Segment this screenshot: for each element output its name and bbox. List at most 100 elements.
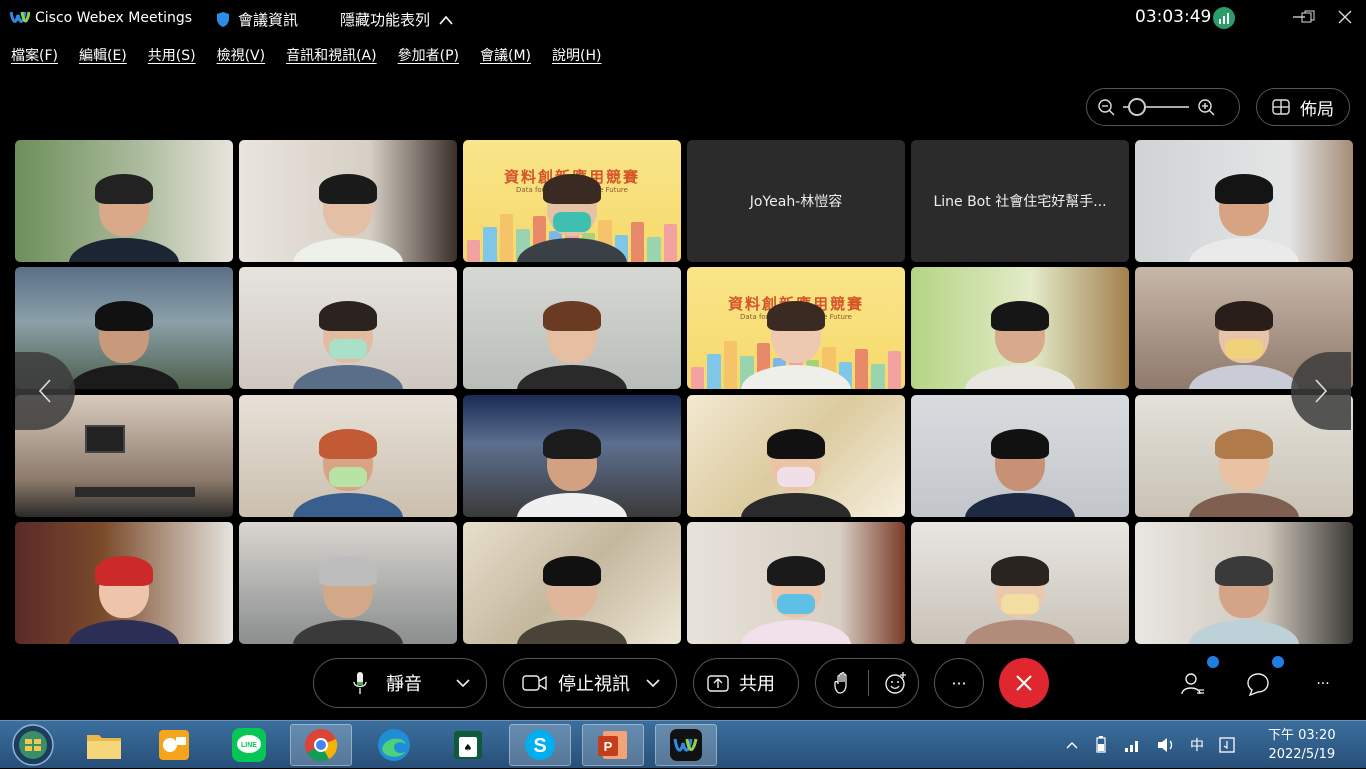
participant-video-tile[interactable] <box>911 522 1129 644</box>
taskbar-line[interactable]: LINE <box>218 724 280 766</box>
menu-audio-video[interactable]: 音訊和視訊(A) <box>286 45 377 65</box>
taskbar-skype[interactable]: S <box>509 724 571 766</box>
grid-layout-icon <box>1272 99 1290 115</box>
participant-video-tile[interactable] <box>463 395 681 517</box>
participant-body <box>1189 238 1299 262</box>
overflow-menu-button[interactable]: ··· <box>1309 670 1337 698</box>
layout-label: 佈局 <box>1300 99 1334 120</box>
outlook-icon <box>159 730 189 760</box>
restore-icon <box>1301 10 1315 23</box>
share-button[interactable]: 共用 <box>693 658 799 708</box>
participant-body <box>517 365 627 389</box>
taskbar-chrome[interactable] <box>290 724 352 766</box>
chevron-left-icon <box>38 379 51 403</box>
zoom-slider[interactable] <box>1123 98 1189 116</box>
close-button[interactable] <box>1333 6 1357 28</box>
svg-text:LINE: LINE <box>241 742 257 749</box>
chevron-right-icon <box>1315 379 1328 403</box>
overflow-label: ··· <box>1316 676 1330 692</box>
input-method-indicator[interactable]: 中 <box>1190 735 1204 755</box>
participant-video-tile[interactable]: JoYeah-林愷容 <box>687 140 905 262</box>
zoom-slider-thumb[interactable] <box>1127 98 1146 116</box>
system-clock[interactable]: 下午 03:20 2022/5/19 <box>1268 726 1336 764</box>
participant-video-tile[interactable] <box>463 267 681 389</box>
close-icon <box>1016 675 1032 691</box>
battery-icon[interactable] <box>1092 736 1110 754</box>
stop-video-button[interactable]: 停止視訊 <box>503 658 677 708</box>
participant-video-tile[interactable] <box>687 395 905 517</box>
chrome-icon <box>305 729 338 762</box>
participant-avatar <box>741 427 851 517</box>
menu-participants[interactable]: 參加者(P) <box>398 45 459 65</box>
participant-avatar <box>741 299 851 389</box>
taskbar-outlook[interactable] <box>143 724 205 766</box>
share-label: 共用 <box>739 674 775 695</box>
chevron-down-icon[interactable] <box>646 678 660 688</box>
participant-video-tile[interactable] <box>239 522 457 644</box>
meeting-timer: 03:03:49 <box>1135 7 1212 27</box>
taskbar-edge[interactable] <box>363 724 425 766</box>
menu-file[interactable]: 檔案(F) <box>11 45 58 65</box>
participant-video-tile[interactable] <box>239 140 457 262</box>
end-meeting-button[interactable] <box>999 658 1049 708</box>
participant-video-tile[interactable] <box>239 267 457 389</box>
edge-icon <box>378 729 410 761</box>
participant-video-tile[interactable]: 資料創新應用競賽Data for Live · Shape the Future <box>463 140 681 262</box>
menu-share[interactable]: 共用(S) <box>148 45 196 65</box>
taskbar-file-explorer[interactable] <box>73 724 135 766</box>
participant-video-tile[interactable] <box>1135 522 1353 644</box>
microphone-icon <box>353 672 367 694</box>
menu-edit[interactable]: 編輯(E) <box>79 45 127 65</box>
participant-name-label: JoYeah-林愷容 <box>749 194 843 210</box>
start-button[interactable] <box>2 724 64 766</box>
speaker-icon[interactable] <box>1156 736 1176 754</box>
participant-video-tile[interactable] <box>463 522 681 644</box>
participant-video-tile[interactable] <box>239 395 457 517</box>
participant-video-tile[interactable] <box>15 140 233 262</box>
menu-meeting[interactable]: 會議(M) <box>480 45 531 65</box>
participant-video-tile[interactable] <box>911 267 1129 389</box>
participant-body <box>965 620 1075 644</box>
clock-date: 2022/5/19 <box>1268 747 1336 762</box>
participant-body <box>1189 493 1299 517</box>
participant-video-tile[interactable]: Line Bot 社會住宅好幫手... <box>911 140 1129 262</box>
participant-video-tile[interactable] <box>1135 140 1353 262</box>
participant-body <box>517 238 627 262</box>
chat-panel-button[interactable] <box>1244 670 1272 698</box>
reactions-button[interactable] <box>883 671 909 695</box>
layout-button[interactable]: 佈局 <box>1256 88 1350 126</box>
participants-panel-button[interactable] <box>1179 670 1207 698</box>
menu-bar: 檔案(F) 編輯(E) 共用(S) 檢視(V) 音訊和視訊(A) 參加者(P) … <box>0 36 1366 74</box>
raise-hand-button[interactable] <box>830 672 856 694</box>
more-options-button[interactable]: ··· <box>934 658 984 708</box>
participant-hair <box>991 556 1049 586</box>
participant-hair <box>767 429 825 459</box>
taskbar-webex[interactable] <box>655 724 717 766</box>
network-icon[interactable] <box>1124 737 1142 753</box>
zoom-in-button[interactable] <box>1195 96 1217 118</box>
menu-view[interactable]: 檢視(V) <box>217 45 266 65</box>
meeting-info-button[interactable]: 會議資訊 <box>216 9 298 30</box>
network-signal-icon[interactable] <box>1213 7 1235 29</box>
show-hidden-icons-icon[interactable] <box>1066 740 1078 750</box>
action-center-icon[interactable] <box>1218 736 1236 754</box>
chevron-down-icon[interactable] <box>456 678 470 688</box>
face-mask <box>1225 339 1263 359</box>
participant-video-tile[interactable]: 資料創新應用競賽Data for Live · Shape the Future <box>687 267 905 389</box>
video-label: 停止視訊 <box>558 674 630 695</box>
participant-video-tile[interactable] <box>911 395 1129 517</box>
face-mask <box>777 594 815 614</box>
divider <box>868 670 869 696</box>
webex-logo-icon <box>10 11 30 23</box>
zoom-out-button[interactable] <box>1095 96 1117 118</box>
taskbar-powerpoint[interactable]: P <box>582 724 644 766</box>
participant-avatar <box>293 299 403 389</box>
participant-video-tile[interactable] <box>687 522 905 644</box>
mute-button[interactable]: 靜音 <box>313 658 487 708</box>
menu-help[interactable]: 說明(H) <box>552 45 601 65</box>
restore-button[interactable] <box>1296 6 1320 28</box>
smiley-add-icon <box>885 672 906 694</box>
hide-menu-bar-button[interactable]: 隱藏功能表列 <box>340 9 454 30</box>
participant-video-tile[interactable] <box>15 522 233 644</box>
taskbar-solitaire[interactable]: ♠ <box>437 724 499 766</box>
